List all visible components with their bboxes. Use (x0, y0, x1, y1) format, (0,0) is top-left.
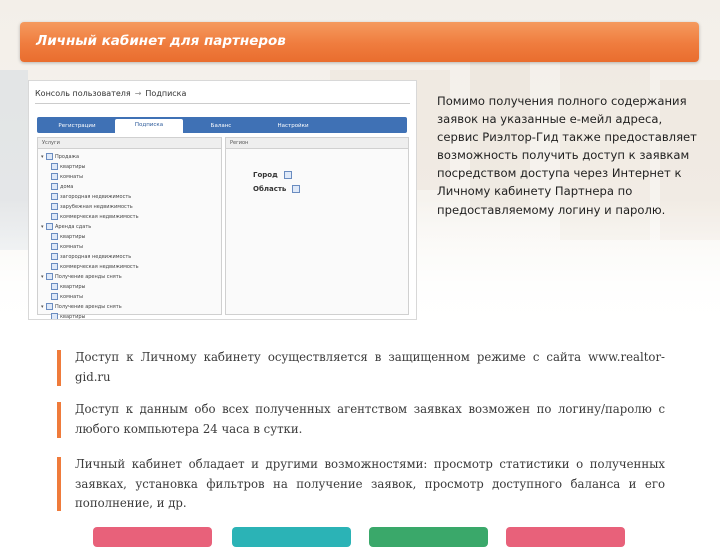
checkbox-icon[interactable] (283, 171, 292, 179)
tree-item[interactable]: зарубежная недвижимость (51, 203, 133, 210)
checkbox-icon[interactable] (46, 273, 53, 280)
tab-bar: Регистрации Подписка Баланс Настройки (37, 117, 407, 133)
checkbox-icon[interactable] (51, 193, 58, 200)
checkbox-icon[interactable] (51, 213, 58, 220)
checkbox-icon[interactable] (51, 163, 58, 170)
bullet-item-2: Доступ к данным обо всех полученных аген… (57, 400, 665, 442)
title-banner: Личный кабинет для партнеров (20, 22, 699, 62)
region-column: Регион (225, 137, 409, 315)
tree-item[interactable]: квартиры (51, 163, 86, 170)
tree-item[interactable]: комнаты (51, 293, 83, 300)
tree-item[interactable]: ▾ Получение аренды снять (41, 303, 122, 310)
bullet-text: Личный кабинет обладает и другими возмож… (75, 457, 665, 510)
checkbox-icon[interactable] (292, 185, 301, 193)
tree-item[interactable]: загородная недвижимость (51, 253, 131, 260)
breadcrumb: Консоль пользователя → Подписка (35, 89, 186, 98)
region-oblast[interactable]: Область (253, 185, 302, 193)
checkbox-icon[interactable] (51, 283, 58, 290)
checkbox-icon[interactable] (51, 203, 58, 210)
tab-settings[interactable]: Настройки (259, 120, 327, 133)
checkbox-icon[interactable] (51, 243, 58, 250)
tab-registrations[interactable]: Регистрации (43, 120, 111, 133)
nav-tile-3[interactable] (369, 527, 488, 547)
breadcrumb-current: Подписка (145, 89, 187, 98)
checkbox-icon[interactable] (51, 293, 58, 300)
tree-item[interactable]: комнаты (51, 173, 83, 180)
checkbox-icon[interactable] (51, 253, 58, 260)
checkbox-icon[interactable] (51, 173, 58, 180)
breadcrumb-separator: → (134, 89, 142, 98)
bullet-marker (57, 402, 61, 438)
checkbox-icon[interactable] (46, 303, 53, 310)
tree-item[interactable]: ▾ Получение аренды снять (41, 273, 122, 280)
nav-tile-1[interactable] (93, 527, 212, 547)
checkbox-icon[interactable] (51, 233, 58, 240)
bullet-item-1: Доступ к Личному кабинету осуществляется… (57, 348, 665, 390)
bullet-item-3: Личный кабинет обладает и другими возмож… (57, 455, 665, 517)
checkbox-icon[interactable] (51, 263, 58, 270)
checkbox-icon[interactable] (46, 153, 53, 160)
banner-title: Личный кабинет для партнеров (36, 33, 286, 49)
breadcrumb-divider (35, 103, 410, 104)
tree-item[interactable]: квартиры (51, 283, 86, 290)
breadcrumb-root[interactable]: Консоль пользователя (35, 89, 131, 98)
tab-subscription[interactable]: Подписка (115, 119, 183, 133)
bullet-text: Доступ к данным обо всех полученных аген… (75, 402, 665, 436)
region-column-title: Регион (226, 138, 408, 149)
tree-item[interactable]: комнаты (51, 243, 83, 250)
side-paragraph: Помимо получения полного содержания заяв… (437, 94, 697, 217)
bullet-marker (57, 350, 61, 386)
tree-item[interactable]: ▾ Продажа (41, 153, 79, 160)
tree-item[interactable]: коммерческая недвижимость (51, 263, 139, 270)
checkbox-icon[interactable] (46, 223, 53, 230)
nav-tile-2[interactable] (232, 527, 351, 547)
tab-balance[interactable]: Баланс (187, 120, 255, 133)
console-screenshot: Консоль пользователя → Подписка Регистраци… (28, 80, 417, 320)
bullet-marker (57, 457, 61, 511)
tree-item[interactable]: квартиры (51, 233, 86, 240)
tree-item[interactable]: квартиры (51, 313, 86, 319)
checkbox-icon[interactable] (51, 313, 58, 319)
tree-item[interactable]: ▾ Аренда сдать (41, 223, 91, 230)
region-city[interactable]: Город (253, 171, 294, 179)
tree-item[interactable]: коммерческая недвижимость (51, 213, 139, 220)
tree-item[interactable]: дома (51, 183, 73, 190)
services-column-title: Услуги (38, 138, 221, 149)
bullet-text: Доступ к Личному кабинету осуществляется… (75, 350, 665, 384)
tree-item[interactable]: загородная недвижимость (51, 193, 131, 200)
checkbox-icon[interactable] (51, 183, 58, 190)
nav-tile-4[interactable] (506, 527, 625, 547)
